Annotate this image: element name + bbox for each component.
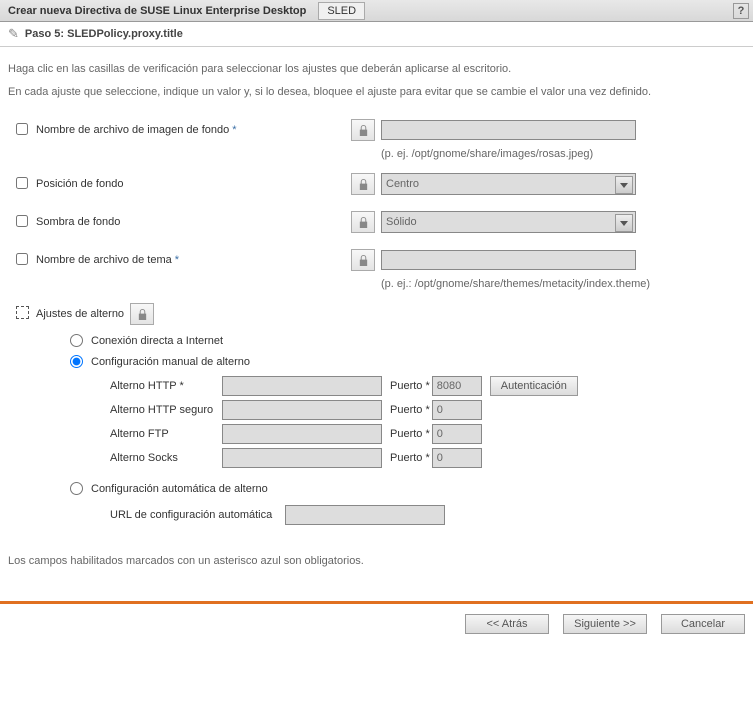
ftp-port-input[interactable] (432, 424, 482, 444)
bgimage-hint: (p. ej. /opt/gnome/share/images/rosas.jp… (381, 148, 745, 160)
theme-label: Nombre de archivo de tema* (36, 254, 351, 266)
step-title: Paso 5: SLEDPolicy.proxy.title (25, 28, 183, 40)
auth-button[interactable]: Autenticación (490, 376, 578, 396)
auto-url-label: URL de configuración automática (110, 509, 285, 521)
theme-lock-button[interactable] (351, 249, 375, 271)
http-port-input[interactable] (432, 376, 482, 396)
socks-proxy-input[interactable] (222, 448, 382, 468)
bgshade-select[interactable]: Sólido (381, 211, 636, 233)
lock-icon (358, 124, 369, 137)
socks-port-input[interactable] (432, 448, 482, 468)
socks-proxy-label: Alterno Socks (110, 452, 222, 464)
tab-sled[interactable]: SLED (318, 2, 365, 20)
titlebar: Crear nueva Directiva de SUSE Linux Ente… (0, 0, 753, 22)
proxy-direct-radio[interactable] (70, 334, 83, 347)
theme-hint: (p. ej.: /opt/gnome/share/themes/metacit… (381, 278, 745, 290)
help-button[interactable]: ? (733, 3, 749, 19)
ftp-port-label: Puerto * (390, 428, 430, 440)
https-port-input[interactable] (432, 400, 482, 420)
https-proxy-input[interactable] (222, 400, 382, 420)
proxy-direct-label: Conexión directa a Internet (91, 335, 223, 347)
proxy-manual-radio[interactable] (70, 355, 83, 368)
required-footnote: Los campos habilitados marcados con un a… (8, 555, 745, 567)
proxy-auto-radio[interactable] (70, 482, 83, 495)
socks-port-label: Puerto * (390, 452, 430, 464)
http-proxy-input[interactable] (222, 376, 382, 396)
proxy-checkbox[interactable] (16, 306, 29, 319)
bgshade-lock-button[interactable] (351, 211, 375, 233)
bgimage-input[interactable] (381, 120, 636, 140)
bgimage-lock-button[interactable] (351, 119, 375, 141)
proxy-auto-label: Configuración automática de alterno (91, 483, 268, 495)
bgpos-select[interactable]: Centro (381, 173, 636, 195)
step-bar: ✎ Paso 5: SLEDPolicy.proxy.title (0, 22, 753, 47)
bgpos-checkbox[interactable] (16, 177, 28, 189)
window-title: Crear nueva Directiva de SUSE Linux Ente… (0, 5, 314, 17)
bgimage-label: Nombre de archivo de imagen de fondo* (36, 124, 351, 136)
intro-text: Haga clic en las casillas de verificació… (8, 61, 745, 100)
bgshade-label: Sombra de fondo (36, 216, 351, 228)
back-button[interactable]: << Atrás (465, 614, 549, 634)
ftp-proxy-label: Alterno FTP (110, 428, 222, 440)
bgimage-checkbox[interactable] (16, 123, 28, 135)
next-button[interactable]: Siguiente >> (563, 614, 647, 634)
auto-url-input[interactable] (285, 505, 445, 525)
http-port-label: Puerto * (390, 380, 430, 392)
https-port-label: Puerto * (390, 404, 430, 416)
http-proxy-label: Alterno HTTP * (110, 380, 222, 392)
wizard-icon: ✎ (8, 26, 19, 42)
theme-input[interactable] (381, 250, 636, 270)
https-proxy-label: Alterno HTTP seguro (110, 404, 222, 416)
cancel-button[interactable]: Cancelar (661, 614, 745, 634)
lock-icon (137, 308, 148, 321)
lock-icon (358, 178, 369, 191)
lock-icon (358, 216, 369, 229)
proxy-manual-label: Configuración manual de alterno (91, 356, 250, 368)
bgpos-label: Posición de fondo (36, 178, 351, 190)
bgpos-lock-button[interactable] (351, 173, 375, 195)
ftp-proxy-input[interactable] (222, 424, 382, 444)
bgshade-checkbox[interactable] (16, 215, 28, 227)
theme-checkbox[interactable] (16, 253, 28, 265)
proxy-lock-button[interactable] (130, 303, 154, 325)
lock-icon (358, 254, 369, 267)
proxy-label: Ajustes de alterno (36, 303, 351, 325)
footer-bar: << Atrás Siguiente >> Cancelar (0, 601, 753, 644)
